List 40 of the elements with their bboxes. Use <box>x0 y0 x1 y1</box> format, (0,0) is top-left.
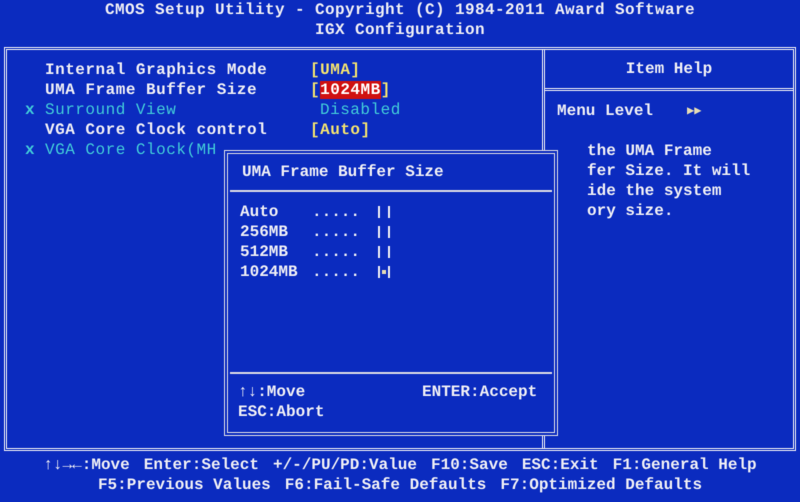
key-hint: F6:Fail-Safe Defaults <box>284 475 486 495</box>
option-dots: ..... <box>312 242 362 262</box>
key-hint: ↑↓→←:Move <box>43 455 130 475</box>
menu-level-label: Menu Level <box>557 101 654 122</box>
key-hint: ENTER:Accept <box>422 382 538 402</box>
dialog-title: UMA Frame Buffer Size <box>230 154 552 192</box>
setting-label[interactable]: Internal Graphics Mode <box>45 60 310 80</box>
option-label[interactable]: 512MB <box>240 242 312 262</box>
key-hint: F7:Optimized Defaults <box>500 475 702 495</box>
help-text: ory size. <box>587 201 674 221</box>
key-hint: ↑↓:Move <box>238 382 306 402</box>
option-label[interactable]: 1024MB <box>240 262 312 282</box>
option-label[interactable]: Auto <box>240 202 312 222</box>
setting-label[interactable]: VGA Core Clock control <box>45 120 310 140</box>
key-hint: F5:Previous Values <box>98 475 271 495</box>
menu-level-indicator: ▶▶ <box>687 103 702 120</box>
option-checkbox[interactable] <box>378 246 390 258</box>
disabled-marker: x <box>24 140 36 160</box>
key-hint: F1:General Help <box>612 455 757 475</box>
help-text: fer Size. It will <box>587 161 752 181</box>
setting-value[interactable]: [UMA] <box>310 60 361 80</box>
option-checkbox[interactable] <box>378 226 390 238</box>
key-hint: Enter:Select <box>144 455 259 475</box>
key-hint: F10:Save <box>431 455 508 475</box>
key-hint: +/-/PU/PD:Value <box>272 455 417 475</box>
option-label[interactable]: 256MB <box>240 222 312 242</box>
key-hint: ESC:Abort <box>238 402 326 422</box>
help-text: the UMA Frame <box>587 141 713 161</box>
option-dots: ..... <box>312 262 362 282</box>
option-checkbox[interactable] <box>378 206 390 218</box>
option-dots: ..... <box>312 222 362 242</box>
screen-title: CMOS Setup Utility - Copyright (C) 1984-2011 Award Software <box>104 0 696 20</box>
setting-label[interactable]: UMA Frame Buffer Size <box>45 80 310 100</box>
setting-value[interactable]: [Auto] <box>310 120 371 140</box>
disabled-marker: x <box>24 100 36 120</box>
panel-title: Item Help <box>545 50 793 91</box>
key-hint: ESC:Exit <box>522 455 599 475</box>
option-dots: ..... <box>312 202 362 222</box>
help-text: ide the system <box>587 181 722 201</box>
page-title: IGX Configuration <box>314 20 486 40</box>
